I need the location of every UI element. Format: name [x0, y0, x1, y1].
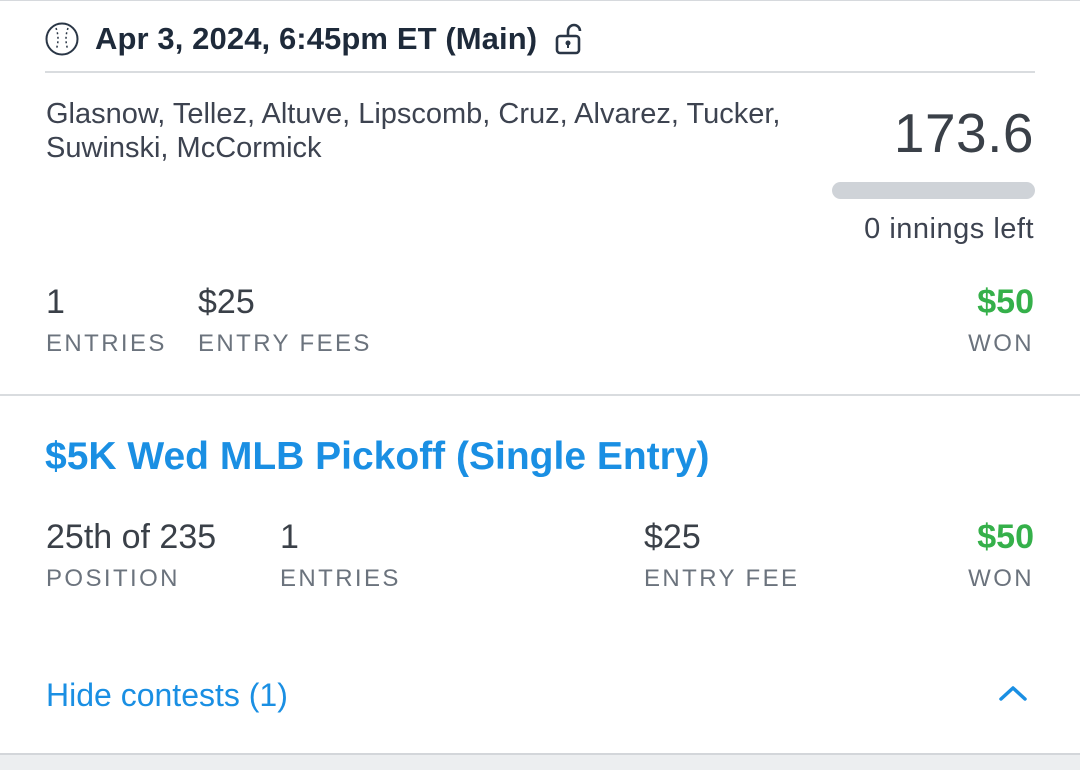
card-header: Apr 3, 2024, 6:45pm ET (Main) [45, 17, 1035, 61]
slate-title: Apr 3, 2024, 6:45pm ET (Main) [95, 21, 538, 56]
hide-contests-link[interactable]: Hide contests (1) [46, 677, 288, 714]
innings-left: 0 innings left [864, 213, 1034, 245]
summary-fees-value: $25 [198, 283, 255, 321]
bottom-bar [0, 753, 1080, 770]
chevron-up-icon[interactable] [998, 683, 1028, 703]
contest-position-value: 25th of 235 [46, 518, 217, 556]
baseball-icon [45, 22, 79, 56]
contest-position-label: POSITION [46, 565, 180, 592]
innings-progress-fill [832, 182, 1035, 199]
contest-entries: 1 ENTRIES [280, 518, 401, 593]
lineup-score: 173.6 [893, 102, 1034, 164]
lineup-card: Apr 3, 2024, 6:45pm ET (Main) Glasnow, T… [0, 0, 1080, 770]
summary-entries-label: ENTRIES [46, 330, 167, 357]
summary-entry-fees: $25 ENTRY FEES [198, 283, 372, 358]
contest-title-link[interactable]: $5K Wed MLB Pickoff (Single Entry) [45, 435, 710, 479]
contest-entries-label: ENTRIES [280, 565, 401, 592]
summary-entries: 1 ENTRIES [46, 283, 167, 358]
contest-position: 25th of 235 POSITION [46, 518, 216, 593]
innings-progress-bar [832, 182, 1035, 199]
contest-entry-fee: $25 ENTRY FEE [644, 518, 799, 593]
contest-fee-label: ENTRY FEE [644, 565, 800, 592]
unlock-icon [555, 23, 582, 55]
summary-entries-value: 1 [46, 283, 65, 321]
summary-won: $50 WON [968, 283, 1034, 358]
contest-fee-value: $25 [644, 518, 701, 556]
summary-won-value: $50 [977, 283, 1034, 321]
summary-fees-label: ENTRY FEES [198, 330, 372, 357]
lineup-players: Glasnow, Tellez, Altuve, Lipscomb, Cruz,… [46, 98, 781, 164]
contest-won-value: $50 [977, 518, 1034, 556]
contest-entries-value: 1 [280, 518, 299, 556]
summary-won-label: WON [968, 330, 1034, 357]
contest-won: $50 WON [968, 518, 1034, 593]
header-divider [45, 71, 1035, 73]
section-divider [0, 394, 1080, 396]
contest-won-label: WON [968, 565, 1034, 592]
